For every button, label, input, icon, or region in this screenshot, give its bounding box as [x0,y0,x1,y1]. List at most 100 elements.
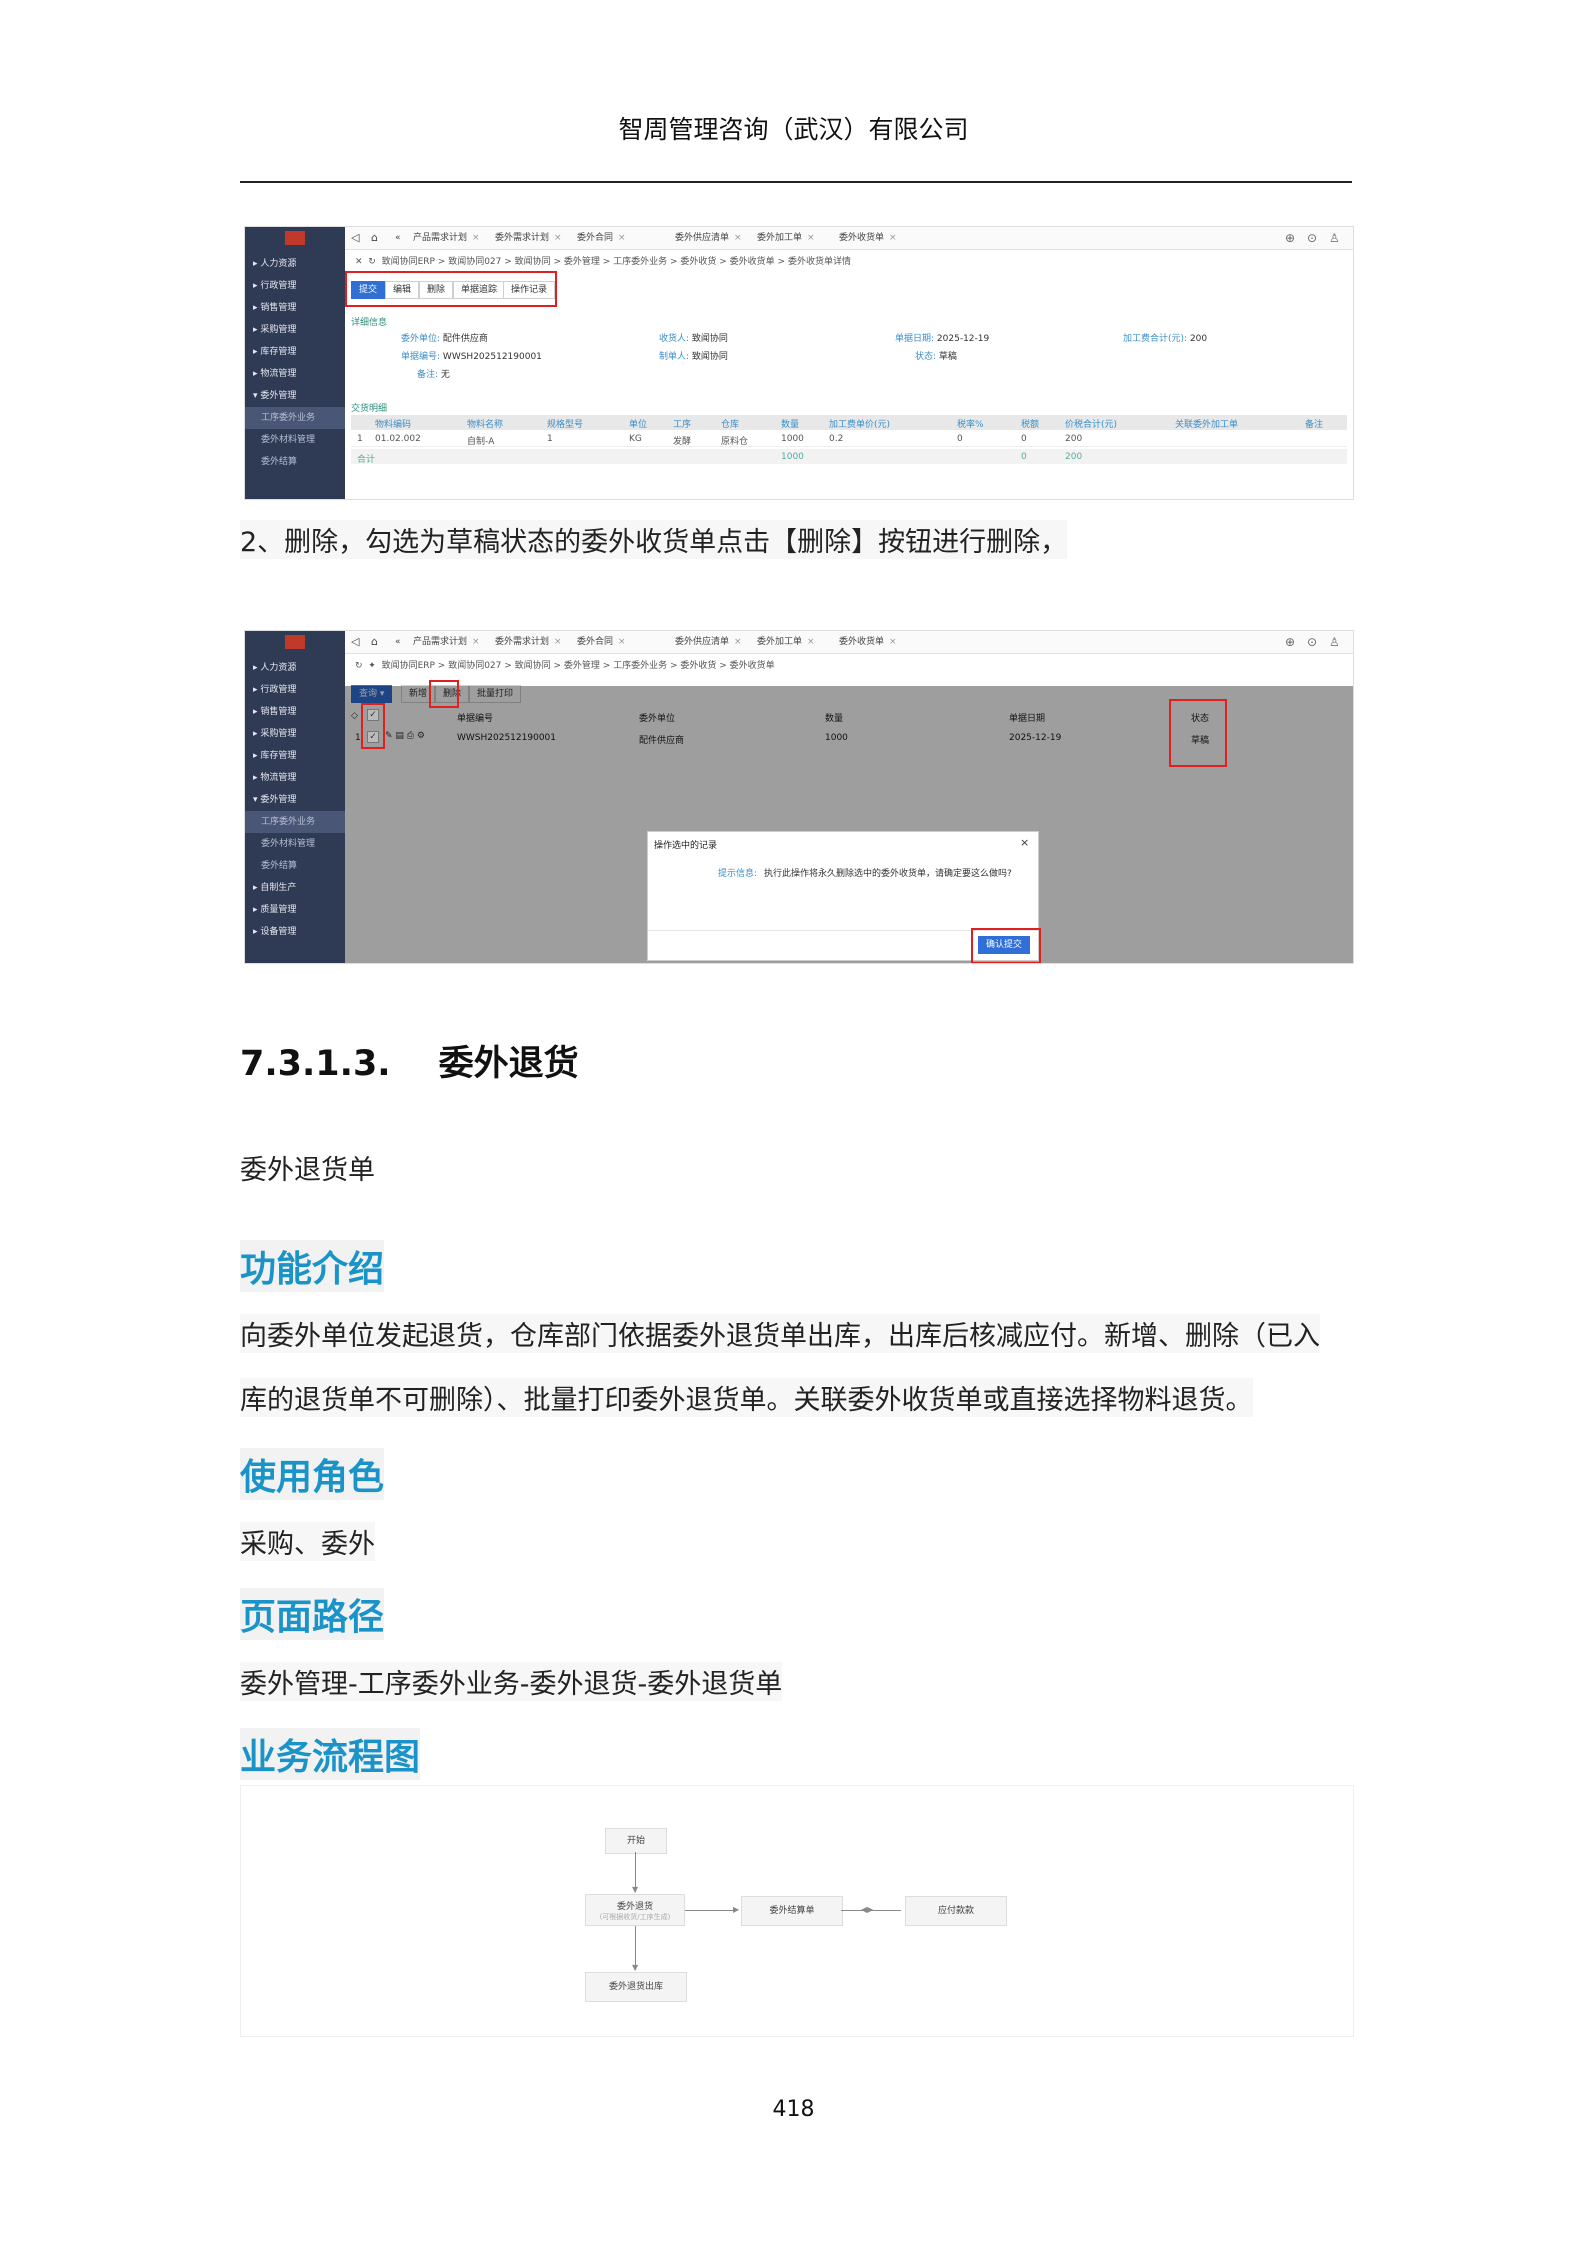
total-tax: 0 [1021,452,1027,462]
sidebar-item-quality[interactable]: ▸ 质量管理 [245,899,345,921]
breadcrumb: ✕ ↻ 致闻协同ERP > 致闻协同027 > 致闻协同 > 委外管理 > 工序… [355,257,851,267]
flow-node-return: 委外退货 (可根据收货/工序生成) [585,1894,685,1926]
row-material-name: 自制-A [467,437,495,447]
col-unit-price: 加工费单价(元) [829,420,891,430]
col-total: 价税合计(元) [1065,420,1118,430]
sidebar-item-outsourced-settlement[interactable]: 委外结算 [245,451,345,473]
double-left-icon[interactable]: « [395,635,401,649]
delivery-section-title: 交货明细 [351,404,388,414]
sidebar-item-inventory[interactable]: ▸ 库存管理 [245,745,345,767]
tab-product-demand[interactable]: 产品需求计划 × [413,635,480,649]
flow-node-outbound: 委外退货出库 [585,1972,687,2002]
select-all-icon[interactable]: ◇ [351,711,358,721]
globe-icon[interactable]: ⊕ [1285,635,1295,649]
row-total: 200 [1065,434,1083,444]
table-row[interactable] [351,431,1347,447]
tab-supply-list[interactable]: 委外供应清单 × [675,635,742,649]
user-icon[interactable]: ♙ [1329,231,1340,245]
col-related-order: 关联委外加工单 [1175,420,1239,430]
zoom-icon[interactable]: ⊙ [1307,231,1317,245]
intro-line-1: 向委外单位发起退货，仓库部门依据委外退货单出库，出库后核减应付。新增、删除（已入 [240,1314,1320,1353]
row-unit: KG [629,434,642,444]
col-tax: 税额 [1021,420,1040,430]
sidebar-item-hr[interactable]: ▸ 人力资源 [245,657,345,679]
col-tax-rate: 税率% [957,420,984,430]
highlight-box-delete [429,680,459,708]
row-unit-price: 0.2 [829,434,844,444]
tab-receipt-order[interactable]: 委外收货单 × [839,231,897,245]
tab-product-demand[interactable]: 产品需求计划 × [413,231,480,245]
sidebar-item-process-outsourcing[interactable]: 工序委外业务 [245,811,345,833]
row-tax: 0 [1021,434,1027,444]
row-supplier: 配件供应商 [639,736,685,746]
dialog-label: 提示信息: [718,869,758,879]
tab-receipt-order[interactable]: 委外收货单 × [839,635,897,649]
zoom-icon[interactable]: ⊙ [1307,635,1317,649]
row-quantity: 1000 [825,733,848,743]
tab-processing-order[interactable]: 委外加工单 × [757,635,815,649]
sidebar-item-purchase[interactable]: ▸ 采购管理 [245,723,345,745]
flow-node-start: 开始 [605,1828,667,1854]
sidebar-item-hr[interactable]: ▸ 人力资源 [245,253,345,275]
sidebar-item-outsourced-materials[interactable]: 委外材料管理 [245,833,345,855]
refresh-icon[interactable]: ↻ [368,257,376,267]
section-heading: 7.3.1.3. 委外退货 [240,1044,579,1084]
back-icon[interactable]: ◁ [351,635,359,649]
sidebar-item-sales[interactable]: ▸ 销售管理 [245,297,345,319]
app-logo-icon [285,231,305,245]
sidebar-item-admin[interactable]: ▸ 行政管理 [245,275,345,297]
app-logo-icon [285,635,305,649]
total-label: 合计 [357,455,376,465]
col-unit: 单位 [629,420,648,430]
sidebar-item-process-outsourcing[interactable]: 工序委外业务 [245,407,345,429]
tab-processing-order[interactable]: 委外加工单 × [757,231,815,245]
sidebar-item-inventory[interactable]: ▸ 库存管理 [245,341,345,363]
heading-roles: 使用角色 [240,1448,385,1500]
roles-text: 采购、委外 [240,1522,375,1561]
highlight-box [345,271,557,307]
back-icon[interactable]: ◁ [351,231,359,245]
sidebar-item-outsourcing[interactable]: ▾ 委外管理 [245,789,345,811]
field-maker: 制单人: 致闻协同 [659,352,728,362]
sidebar-item-outsourced-settlement[interactable]: 委外结算 [245,855,345,877]
sidebar-item-self-production[interactable]: ▸ 自制生产 [245,877,345,899]
tab-outsourcing-contract[interactable]: 委外合同 × [577,635,626,649]
close-icon[interactable]: ✕ [355,257,363,267]
double-left-icon[interactable]: « [395,231,401,245]
row-action-icons[interactable]: ✎ ▤ ⎙ ⚙ [385,731,425,741]
home-icon[interactable]: ⌂ [371,231,378,245]
intro-line-2: 库的退货单不可删除）、批量打印委外退货单。关联委外收货单或直接选择物料退货。 [240,1378,1253,1417]
tab-outsourcing-demand[interactable]: 委外需求计划 × [495,635,562,649]
page-header-title: 智周管理咨询（武汉）有限公司 [618,115,969,144]
refresh-icon[interactable]: ↻ [355,661,363,671]
tab-outsourcing-demand[interactable]: 委外需求计划 × [495,231,562,245]
field-status: 状态: 草稿 [915,352,957,362]
tab-outsourcing-contract[interactable]: 委外合同 × [577,231,626,245]
sidebar-item-outsourcing[interactable]: ▾ 委外管理 [245,385,345,407]
sidebar-item-logistics[interactable]: ▸ 物流管理 [245,767,345,789]
col-quantity: 数量 [825,714,844,724]
sidebar-item-admin[interactable]: ▸ 行政管理 [245,679,345,701]
heading-path: 页面路径 [240,1588,385,1640]
flow-node-payable: 应付款款 [905,1896,1007,1926]
pin-icon[interactable]: ✦ [368,661,376,671]
col-material-code: 物料编码 [375,420,412,430]
user-icon[interactable]: ♙ [1329,635,1340,649]
row-quantity: 1000 [781,434,804,444]
sidebar-item-equipment[interactable]: ▸ 设备管理 [245,921,345,943]
highlight-box-confirm [971,928,1041,963]
col-spec: 规格型号 [547,420,584,430]
home-icon[interactable]: ⌂ [371,635,378,649]
tab-bar: ◁ ⌂ « 产品需求计划 × 委外需求计划 × 委外合同 × 委外供应清单 × 委外加工… [345,631,1353,654]
sidebar-item-purchase[interactable]: ▸ 采购管理 [245,319,345,341]
tab-supply-list[interactable]: 委外供应清单 × [675,231,742,245]
sidebar-item-outsourced-materials[interactable]: 委外材料管理 [245,429,345,451]
globe-icon[interactable]: ⊕ [1285,231,1295,245]
heading-flow: 业务流程图 [240,1728,421,1780]
sidebar-item-logistics[interactable]: ▸ 物流管理 [245,363,345,385]
row-spec: 1 [547,434,553,444]
dialog-close-icon[interactable]: × [1020,836,1029,849]
field-processing-total: 加工费合计(元): 200 [1123,334,1208,344]
field-doc-no: 单据编号: WWSH202512190001 [401,352,542,362]
sidebar-item-sales[interactable]: ▸ 销售管理 [245,701,345,723]
